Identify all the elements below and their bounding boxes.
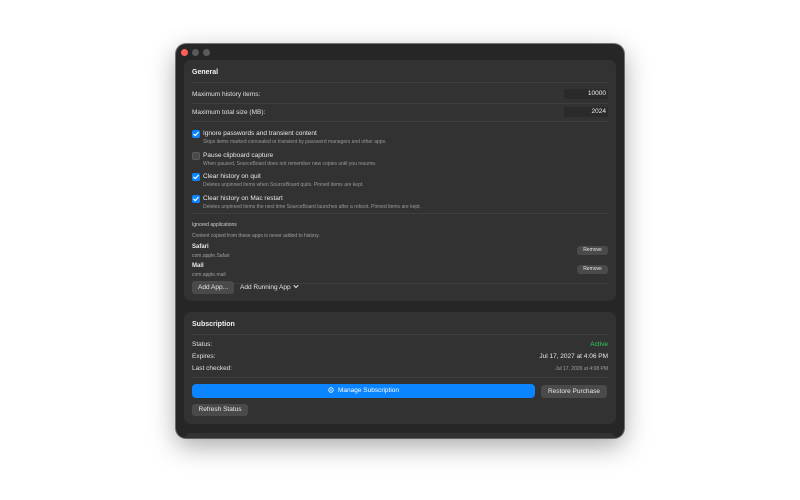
subscription-section: Subscription Status: Active Expires: Jul… — [184, 312, 616, 424]
add-app-button[interactable]: Add App... — [192, 281, 234, 294]
last-checked-value: Jul 17, 2026 at 4:08 PM — [555, 366, 608, 372]
clear-on-restart-checkbox[interactable] — [192, 195, 200, 203]
checkmark-icon — [193, 196, 199, 202]
ignored-app-name: Mail — [192, 263, 204, 269]
remove-mail-button[interactable]: Remove — [577, 265, 608, 274]
checkmark-icon — [193, 131, 199, 137]
pause-capture-description: When paused, SourceBoard does not rememb… — [203, 161, 377, 167]
clear-on-restart-description: Deletes unpinned items the next time Sou… — [203, 204, 421, 210]
restore-purchase-button[interactable]: Restore Purchase — [541, 385, 607, 398]
ignore-passwords-checkbox[interactable] — [192, 130, 200, 138]
pause-capture-checkbox[interactable] — [192, 152, 200, 160]
clear-on-quit-label: Clear history on quit — [203, 173, 261, 180]
ignored-app-name: Safari — [192, 244, 209, 250]
clear-on-quit-description: Deletes unpinned items when SourceBoard … — [203, 182, 364, 188]
title-bar — [176, 44, 624, 60]
divider — [192, 213, 608, 214]
clear-on-quit-checkbox[interactable] — [192, 173, 200, 181]
max-size-field[interactable]: 2024 — [564, 107, 608, 117]
divider — [192, 377, 608, 378]
divider — [192, 334, 608, 335]
ignore-passwords-label: Ignore passwords and transient content — [203, 130, 317, 137]
ignored-app-bundle: com.apple.mail — [192, 272, 226, 278]
ignored-apps-description: Content copied from these apps is never … — [192, 233, 320, 239]
gear-icon — [328, 387, 334, 393]
settings-window: General Maximum history items: 10000 Max… — [176, 44, 624, 438]
general-heading: General — [192, 69, 219, 76]
add-running-app-button[interactable]: Add Running App — [240, 284, 299, 291]
expires-label: Expires: — [192, 353, 216, 360]
pause-capture-label: Pause clipboard capture — [203, 152, 274, 159]
add-running-app-label: Add Running App — [240, 284, 291, 291]
clear-on-restart-label: Clear history on Mac restart — [203, 195, 283, 202]
divider — [192, 103, 608, 104]
general-section: General Maximum history items: 10000 Max… — [184, 60, 616, 301]
minimize-window-button[interactable] — [192, 49, 199, 56]
max-size-label: Maximum total size (MB): — [192, 109, 266, 116]
last-checked-label: Last checked: — [192, 365, 233, 372]
expires-value: Jul 17, 2027 at 4:06 PM — [539, 353, 608, 360]
close-window-button[interactable] — [181, 49, 188, 56]
divider — [192, 121, 608, 122]
zoom-window-button[interactable] — [203, 49, 210, 56]
next-section — [184, 433, 616, 438]
max-history-field[interactable]: 10000 — [564, 89, 608, 99]
manage-subscription-label: Manage Subscription — [337, 387, 400, 394]
status-label: Status: — [192, 341, 213, 348]
checkmark-icon — [193, 174, 199, 180]
remove-safari-button[interactable]: Remove — [577, 246, 608, 255]
manage-subscription-button[interactable]: Manage Subscription — [192, 384, 535, 398]
ignore-passwords-description: Skips items marked concealed or transien… — [203, 139, 387, 145]
divider — [192, 82, 608, 83]
status-value: Active — [590, 341, 608, 348]
ignored-app-bundle: com.apple.Safari — [192, 253, 230, 259]
subscription-heading: Subscription — [192, 321, 235, 328]
chevron-down-icon — [293, 285, 299, 289]
refresh-status-button[interactable]: Refresh Status — [192, 404, 248, 416]
ignored-apps-heading: Ignored applications — [192, 222, 237, 228]
max-history-label: Maximum history items: — [192, 91, 261, 98]
